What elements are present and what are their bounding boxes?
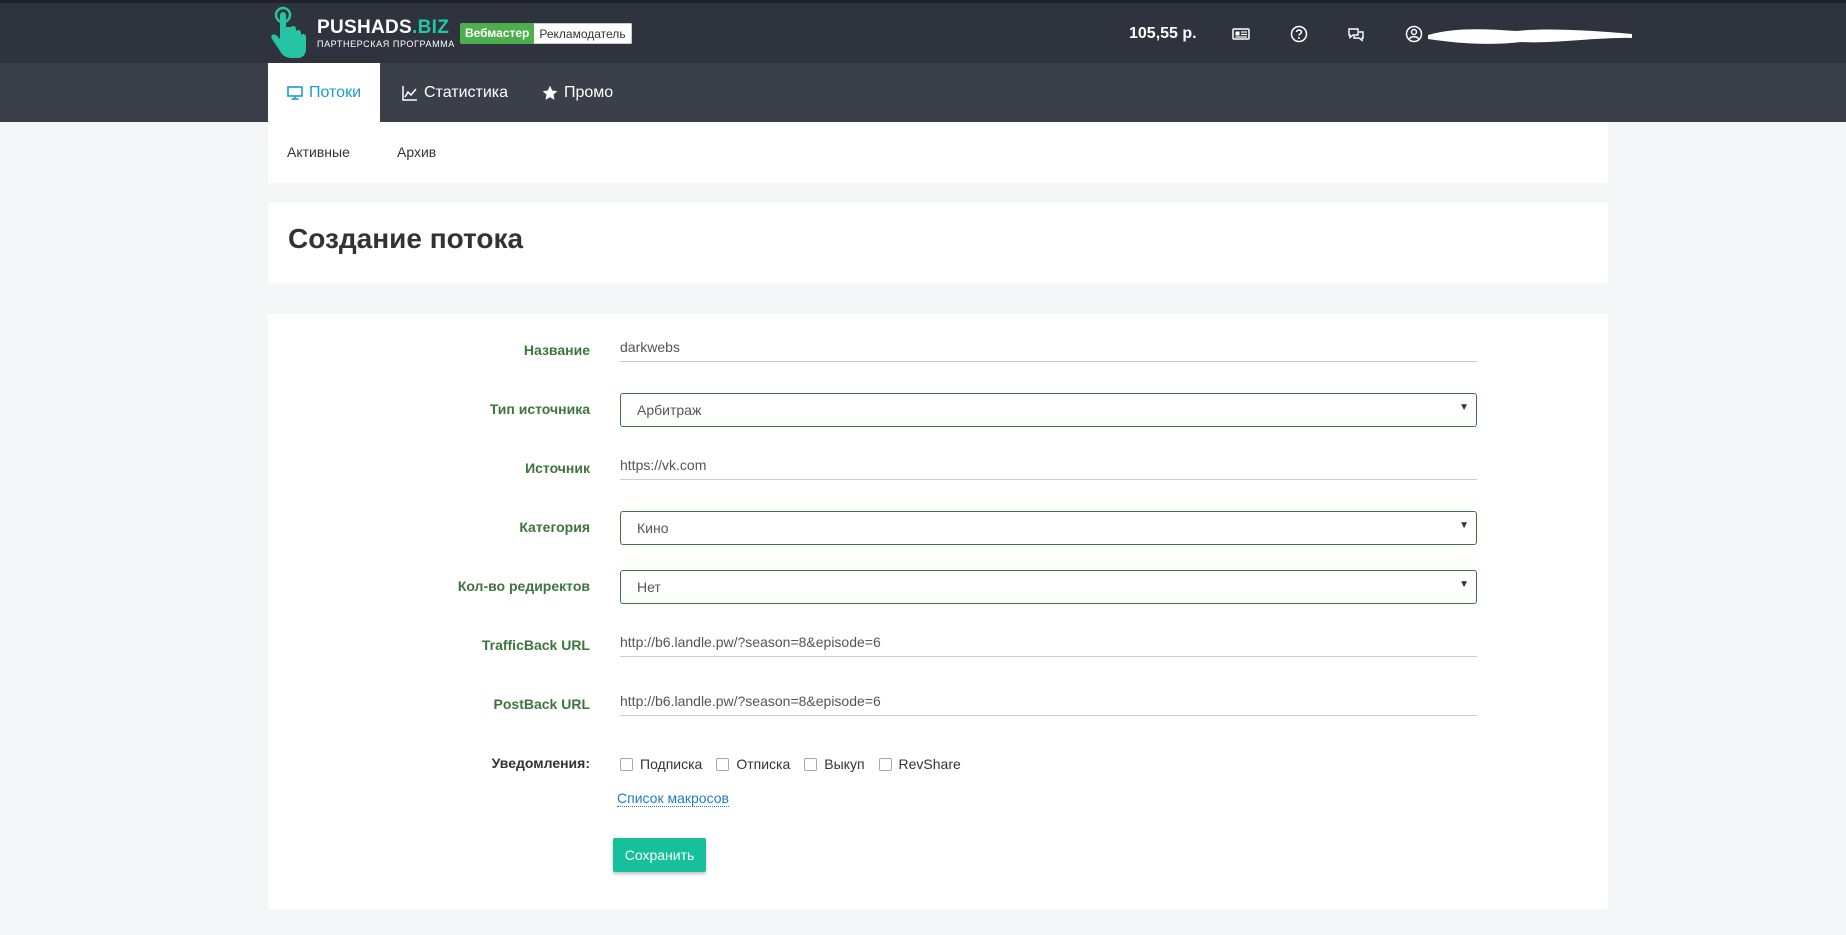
tab-promo[interactable]: Промо (542, 63, 613, 122)
source-type-label: Тип источника (489, 401, 590, 417)
role-advertiser-button[interactable]: Рекламодатель (534, 23, 632, 44)
user-icon[interactable] (1405, 25, 1423, 43)
notify-revshare-label: RevShare (898, 756, 961, 772)
news-icon[interactable] (1232, 25, 1250, 43)
notify-revshare-checkbox[interactable]: RevShare (878, 756, 961, 772)
checkbox-box[interactable] (716, 757, 730, 771)
brand-logo[interactable]: PUSHADS.BIZ ПАРТНЕРСКАЯ ПРОГРАММА (268, 5, 454, 61)
save-button[interactable]: Сохранить (613, 838, 706, 872)
name-label: Название (523, 342, 590, 358)
postback-label: PostBack URL (493, 696, 590, 712)
chat-icon[interactable] (1347, 25, 1365, 43)
main-nav: Потоки Статистика Промо (0, 63, 1846, 122)
subnav-item-active[interactable]: Активные (287, 144, 350, 160)
notify-buyout-label: Выкуп (824, 756, 865, 772)
role-switch: Вебмастер Рекламодатель (460, 23, 632, 44)
notify-subscribe-label: Подписка (640, 756, 703, 772)
balance[interactable]: 105,55 р. (1129, 25, 1197, 43)
brand-name: PUSHADS.BIZ (317, 17, 450, 38)
source-label: Источник (525, 460, 590, 476)
source-input[interactable] (620, 450, 1477, 480)
tab-streams[interactable]: Потоки (268, 63, 380, 122)
checkbox-box[interactable] (804, 757, 818, 771)
redirects-label: Кол-во редиректов (457, 578, 590, 594)
tab-promo-label: Промо (564, 83, 614, 101)
sub-nav: Активные Архив (268, 122, 1608, 183)
notifications-label: Уведомления: (491, 755, 590, 771)
caret-down-icon: ▼ (1459, 579, 1469, 590)
postback-input[interactable] (620, 686, 1477, 716)
notifications-group: Подписка Отписка Выкуп RevShare (620, 756, 975, 772)
hand-pointer-icon (271, 6, 306, 58)
title-card: Создание потока (268, 203, 1608, 283)
redirects-select[interactable]: Нет ▼ (620, 570, 1477, 604)
monitor-icon (287, 85, 303, 100)
brand-subtitle: ПАРТНЕРСКАЯ ПРОГРАММА (317, 39, 455, 49)
page-title: Создание потока (288, 223, 524, 254)
tab-streams-label: Потоки (308, 83, 362, 101)
category-value: Кино (637, 520, 669, 536)
name-input[interactable] (620, 332, 1477, 362)
source-type-value: Арбитраж (637, 402, 702, 418)
notify-unsubscribe-label: Отписка (736, 756, 791, 772)
category-select[interactable]: Кино ▼ (620, 511, 1477, 545)
redirects-value: Нет (637, 579, 661, 595)
notify-buyout-checkbox[interactable]: Выкуп (804, 756, 865, 772)
line-chart-icon (402, 85, 417, 101)
macros-list-link[interactable]: Список макросов (617, 790, 729, 807)
star-icon (542, 85, 558, 100)
help-icon[interactable] (1290, 25, 1308, 43)
top-bar: PUSHADS.BIZ ПАРТНЕРСКАЯ ПРОГРАММА Вебмас… (0, 0, 1846, 63)
checkbox-box[interactable] (620, 757, 633, 771)
user-name-redacted[interactable] (1426, 25, 1634, 47)
notify-subscribe-checkbox[interactable]: Подписка (620, 756, 702, 772)
stream-form: Название Тип источника Арбитраж ▼ Источн… (268, 314, 1608, 909)
notify-unsubscribe-checkbox[interactable]: Отписка (716, 756, 790, 772)
caret-down-icon: ▼ (1459, 520, 1469, 531)
trafficback-label: TrafficBack URL (481, 637, 590, 653)
checkbox-box[interactable] (878, 757, 892, 771)
category-label: Категория (519, 519, 590, 535)
tab-statistics[interactable]: Статистика (402, 63, 508, 122)
caret-down-icon: ▼ (1459, 402, 1469, 413)
subnav-item-archive[interactable]: Архив (397, 144, 436, 160)
source-type-select[interactable]: Арбитраж ▼ (620, 393, 1477, 427)
trafficback-input[interactable] (620, 627, 1477, 657)
tab-statistics-label: Статистика (424, 83, 509, 101)
role-webmaster-button[interactable]: Вебмастер (460, 23, 535, 44)
